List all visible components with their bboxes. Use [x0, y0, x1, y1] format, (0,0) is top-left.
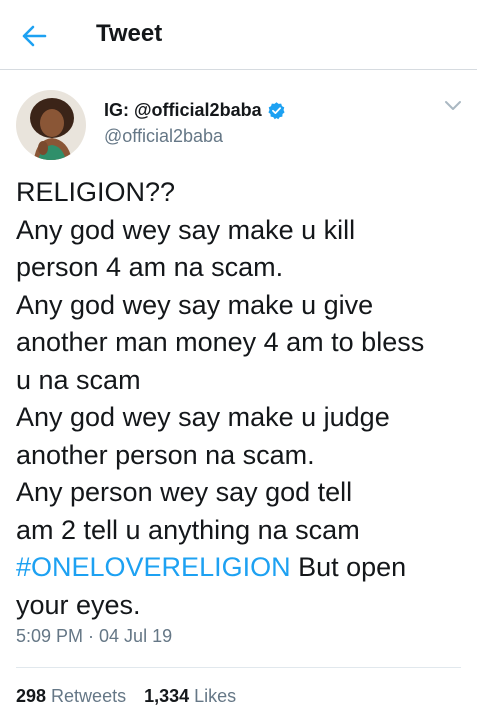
tweet-line: u na scam [16, 364, 141, 395]
retweets-label: Retweets [51, 686, 127, 706]
tweet-line: Any god wey say make u give [16, 289, 374, 320]
top-bar: Tweet [0, 0, 477, 70]
tweet-timestamp[interactable]: 5:09 PM · 04 Jul 19 [16, 626, 172, 647]
tweet-line: am 2 tell u anything na scam [16, 514, 360, 545]
chevron-down-icon[interactable] [444, 100, 462, 112]
tweet-line: Any god wey say make u judge [16, 402, 390, 432]
verified-badge-icon [268, 101, 285, 119]
back-button[interactable] [20, 20, 56, 52]
avatar[interactable] [16, 90, 86, 160]
author-handle[interactable]: @official2baba [104, 126, 223, 147]
tweet-line-hashtag: #ONELOVERELIGION But open [16, 549, 471, 587]
likes-count: 1,334 [144, 686, 190, 706]
tweet-line: person 4 am na scam. [16, 252, 284, 282]
retweets-stat[interactable]: 298 Retweets [16, 686, 126, 707]
author-display-name: IG: @official2baba [104, 99, 262, 120]
tweet-line: RELIGION?? [16, 177, 176, 207]
tweet-stats: 298 Retweets 1,334 Likes [16, 686, 236, 707]
likes-label: Likes [194, 686, 237, 706]
author-name-row[interactable]: IG: @official2baba [104, 98, 286, 122]
avatar-image [16, 90, 86, 160]
tweet-line: your eyes. [16, 589, 141, 620]
page-title: Tweet [96, 20, 163, 47]
tweet-text-fragment: But open [290, 552, 407, 582]
arrow-left-icon [22, 25, 47, 47]
divider [16, 667, 461, 668]
tweet-line: another person na scam. [16, 439, 315, 470]
tweet-line: Any god wey say make u kill [16, 214, 356, 245]
tweet-line: Any person wey say god tell [16, 477, 353, 507]
tweet-line: another man money 4 am to bless [16, 327, 425, 357]
likes-stat[interactable]: 1,334 Likes [144, 686, 236, 707]
tweet-text: RELIGION?? Any god wey say make u kill p… [16, 174, 471, 624]
hashtag-link[interactable]: #ONELOVERELIGION [16, 552, 291, 582]
retweets-count: 298 [16, 686, 47, 706]
